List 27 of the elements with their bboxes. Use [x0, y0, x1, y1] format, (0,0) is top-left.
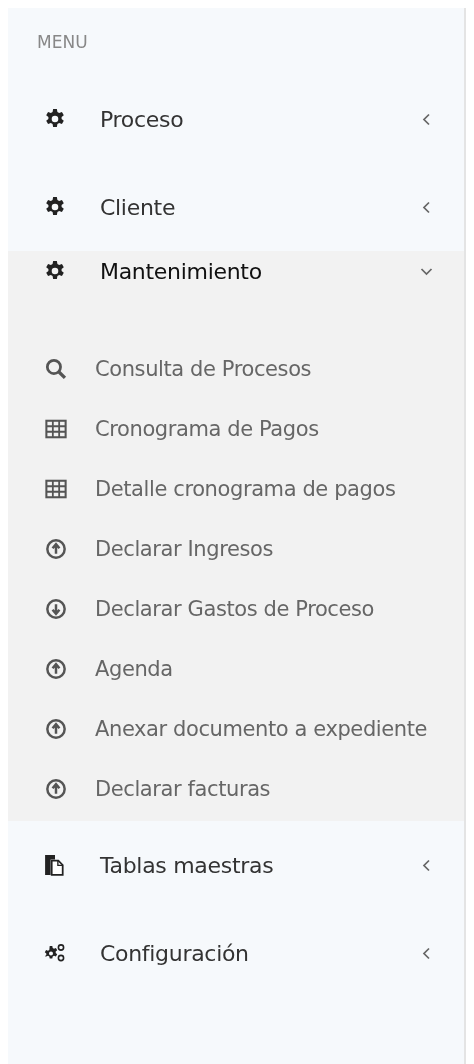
gear-icon [44, 196, 66, 218]
menu-item[interactable]: Configuración [8, 909, 464, 997]
arrow-up-circle-icon [45, 718, 67, 740]
table-icon [45, 418, 67, 440]
arrow-up-circle-icon [45, 538, 67, 560]
arrow-down-circle-icon [45, 598, 67, 620]
menu-item[interactable]: Proceso [8, 75, 464, 163]
arrow-up-circle-icon [45, 658, 67, 680]
submenu-item[interactable]: Detalle cronograma de pagos [8, 459, 464, 519]
table-icon [45, 478, 67, 500]
arrow-up-circle-icon [45, 778, 67, 800]
submenu-item[interactable]: Agenda [8, 639, 464, 699]
submenu-item[interactable]: Consulta de Procesos [8, 339, 464, 399]
submenu-item[interactable]: Declarar Ingresos [8, 519, 464, 579]
documents-icon [44, 854, 66, 876]
submenu-item[interactable]: Declarar facturas [8, 759, 464, 819]
menu-item[interactable]: Mantenimiento [8, 251, 464, 291]
menu-item[interactable]: Tablas maestras [8, 821, 464, 909]
submenu-item[interactable]: Declarar Gastos de Proceso [8, 579, 464, 639]
menu-header: MENU [37, 31, 88, 52]
gear-icon [44, 260, 66, 282]
submenu-item[interactable]: Cronograma de Pagos [8, 399, 464, 459]
menu-item[interactable]: Cliente [8, 163, 464, 251]
search-icon [45, 358, 67, 380]
gear-icon [44, 108, 66, 130]
gears-icon [44, 942, 66, 964]
submenu-item[interactable]: Anexar documento a expediente [8, 699, 464, 759]
